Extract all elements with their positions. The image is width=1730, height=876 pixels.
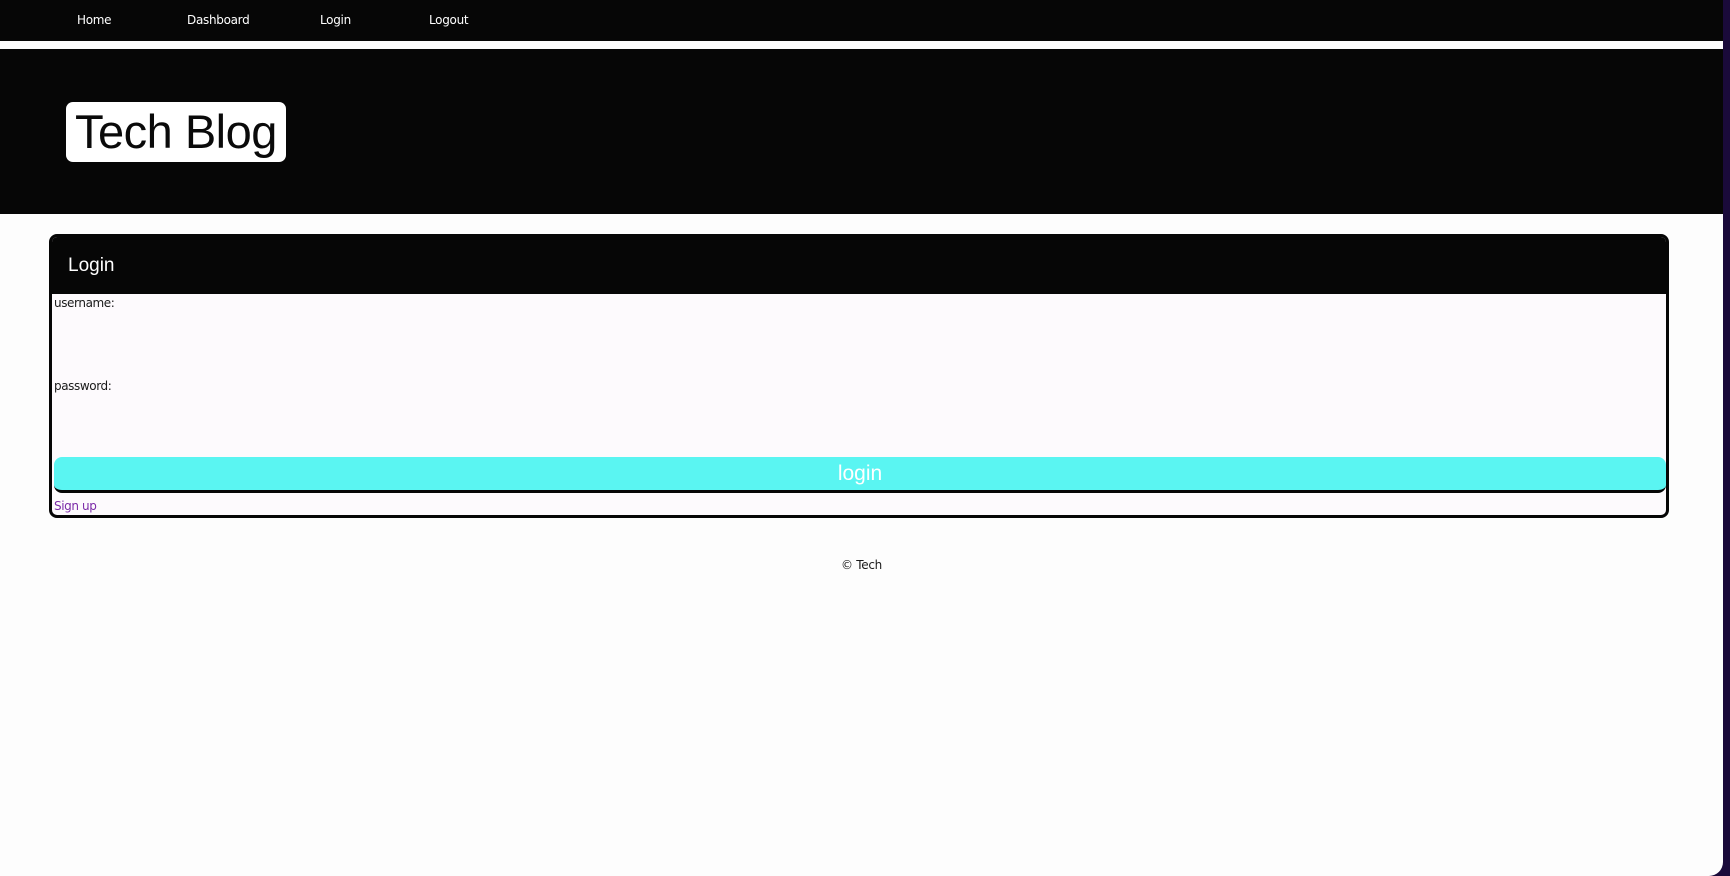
nav-link-dashboard[interactable]: Dashboard xyxy=(187,0,250,41)
site-title: Tech Blog xyxy=(66,102,286,162)
nav-link-home[interactable]: Home xyxy=(77,0,112,41)
signup-link[interactable]: Sign up xyxy=(54,499,97,513)
password-label: password: xyxy=(54,379,112,393)
login-card-header: Login xyxy=(52,237,1666,294)
login-card: Login username: password: login Sign up xyxy=(49,234,1669,518)
login-button[interactable]: login xyxy=(54,457,1666,493)
nav-link-logout[interactable]: Logout xyxy=(429,0,469,41)
site-header: Tech Blog xyxy=(0,49,1723,214)
footer-copyright: © Tech xyxy=(841,558,882,572)
page: Home Dashboard Login Logout Tech Blog Lo… xyxy=(0,0,1723,876)
top-navigation: Home Dashboard Login Logout xyxy=(0,0,1723,41)
password-input[interactable] xyxy=(54,394,1664,438)
login-card-title: Login xyxy=(68,255,115,276)
username-input[interactable] xyxy=(54,311,1664,355)
nav-link-login[interactable]: Login xyxy=(320,0,351,41)
username-label: username: xyxy=(54,296,115,310)
